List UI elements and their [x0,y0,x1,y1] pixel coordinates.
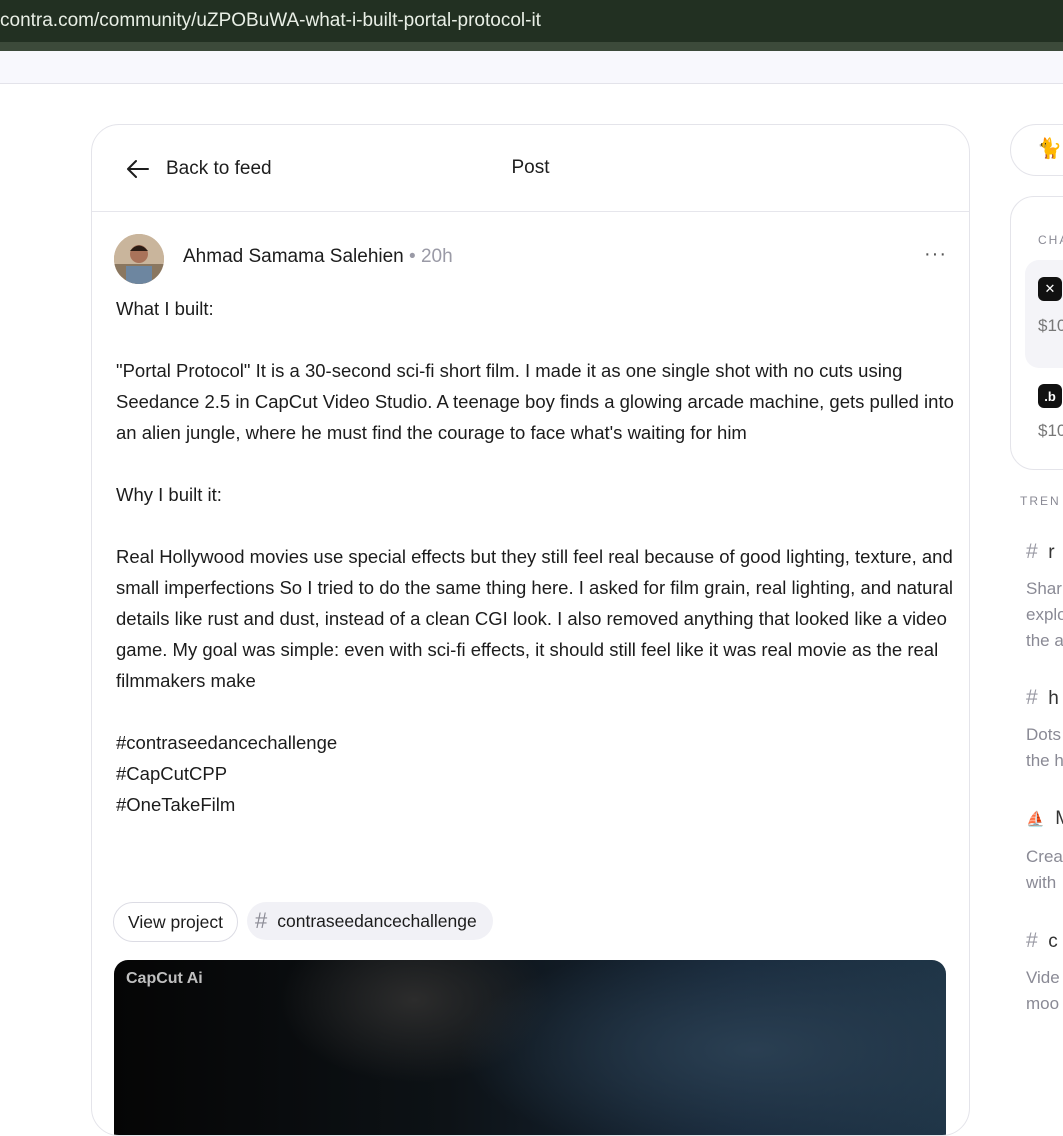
trend-item[interactable]: # c [1026,929,1058,953]
avatar-image [114,234,164,284]
trend-description: Crea with [1026,847,1063,892]
top-navigation [0,51,1063,84]
trend-title: c [1048,931,1058,952]
cat-icon: 🐈 [1037,138,1062,160]
trend-title: r [1048,542,1055,563]
capcut-logo-icon: ✕ [1038,277,1062,301]
trend-item[interactable]: ⛵ M [1026,808,1063,830]
hash-icon: # [1026,686,1038,709]
trending-heading: TREN [1020,494,1061,508]
browser-tab-strip [0,42,1063,51]
browser-url-bar[interactable]: contra.com/community/uZPOBuWA-what-i-bui… [0,0,1063,42]
challenges-heading: CHA [1038,233,1063,247]
author-name[interactable]: Ahmad Samama Salehien [183,246,404,267]
trend-title: h [1048,688,1059,709]
challenge-card[interactable]: ✕ $10 [1025,260,1063,368]
post-paragraph: Real Hollywood movies use special effect… [116,546,954,691]
sailboat-icon: ⛵ [1026,811,1045,828]
hash-icon: # [255,908,268,933]
hashtag-link[interactable]: #OneTakeFilm [116,789,956,820]
hash-icon: # [1026,929,1038,952]
video-player[interactable]: CapCut Ai [114,960,946,1135]
post-paragraph: Why I built it: [116,484,222,505]
challenge-prize: $10 [1038,421,1063,440]
tag-chip-label: contraseedancechallenge [277,910,477,931]
avatar[interactable] [114,234,164,284]
post-body: What I built: "Portal Protocol" It is a … [116,293,956,820]
tag-chip[interactable]: # contraseedancechallenge [247,902,493,940]
trend-description: Dots the h [1026,725,1063,770]
post-paragraph: What I built: [116,298,214,319]
post-timestamp: • 20h [409,246,453,267]
trend-item[interactable]: # r [1026,540,1055,564]
hashtag-link[interactable]: #CapCutCPP [116,758,956,789]
trend-item[interactable]: # h [1026,686,1059,710]
trend-description: Vide moo [1026,968,1060,1013]
post-actions: View project # contraseedancechallenge [113,902,493,942]
brand-logo-icon: .b [1038,384,1062,408]
post-paragraph: "Portal Protocol" It is a 30-second sci-… [116,360,954,443]
challenge-prize: $10 [1038,316,1063,335]
url-text[interactable]: contra.com/community/uZPOBuWA-what-i-bui… [0,10,541,32]
sidebar-user-pill[interactable]: 🐈 [1010,124,1063,176]
trend-title: M [1055,808,1063,829]
video-watermark: CapCut Ai [126,970,203,987]
challenges-panel: CHA ✕ $10 .b $10 [1010,196,1063,470]
hashtag-link[interactable]: #contraseedancechallenge [116,727,956,758]
author-line: Ahmad Samama Salehien • 20h [183,246,453,268]
more-options-button[interactable]: ··· [924,243,947,266]
view-project-button[interactable]: View project [113,902,239,942]
trend-description: Shar explo the a [1026,579,1063,650]
post-card-header: Back to feed Post [92,125,969,212]
hash-icon: # [1026,540,1038,563]
post-card: Back to feed Post Ahmad Samama Salehien … [91,124,970,1136]
page-title: Post [511,157,550,178]
